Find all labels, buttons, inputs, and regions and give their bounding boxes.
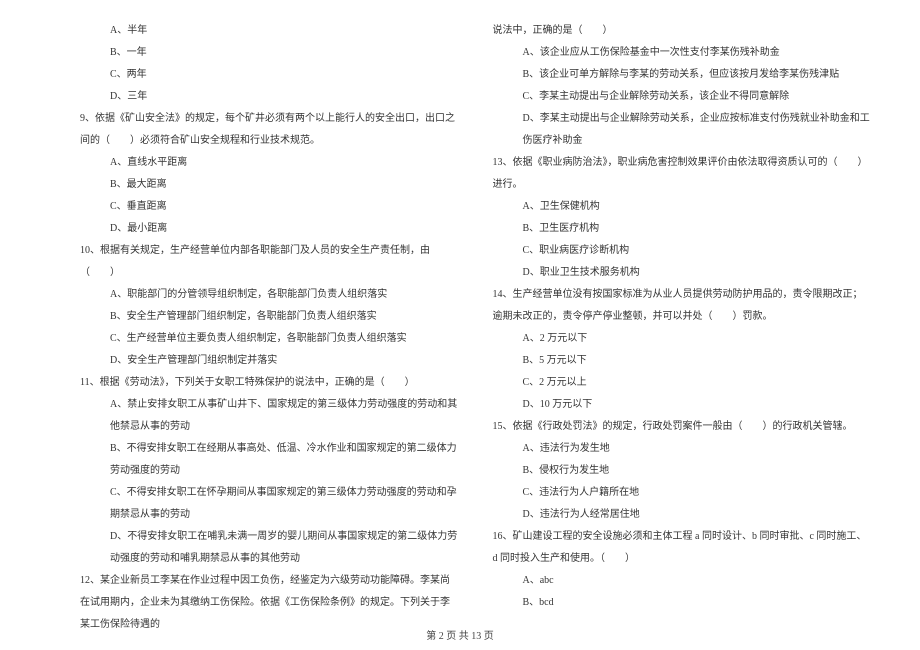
- q13-opt-a: A、卫生保健机构: [493, 196, 871, 218]
- q15-opt-b: B、侵权行为发生地: [493, 460, 871, 482]
- q15-text: 15、依据《行政处罚法》的规定，行政处罚案件一般由（ ）的行政机关管辖。: [493, 416, 871, 438]
- q12-opt-c: C、李某主动提出与企业解除劳动关系，该企业不得同意解除: [493, 86, 871, 108]
- q10-opt-d: D、安全生产管理部门组织制定并落实: [80, 350, 458, 372]
- q12-opt-d: D、李某主动提出与企业解除劳动关系，企业应按标准支付伤残就业补助金和工伤医疗补助…: [493, 108, 871, 152]
- q13-opt-d: D、职业卫生技术服务机构: [493, 262, 871, 284]
- q15-opt-d: D、违法行为人经常居住地: [493, 504, 871, 526]
- q10-opt-b: B、安全生产管理部门组织制定，各职能部门负责人组织落实: [80, 306, 458, 328]
- q8-opt-d: D、三年: [80, 86, 458, 108]
- q9-opt-a: A、直线水平距离: [80, 152, 458, 174]
- q14-opt-d: D、10 万元以下: [493, 394, 871, 416]
- q12-continuation: 说法中，正确的是（ ）: [493, 20, 871, 42]
- q11-opt-a: A、禁止安排女职工从事矿山井下、国家规定的第三级体力劳动强度的劳动和其他禁忌从事…: [80, 394, 458, 438]
- q9-opt-b: B、最大距离: [80, 174, 458, 196]
- q10-opt-a: A、职能部门的分管领导组织制定，各职能部门负责人组织落实: [80, 284, 458, 306]
- page-footer: 第 2 页 共 13 页: [0, 627, 920, 642]
- q11-text: 11、根据《劳动法》，下列关于女职工特殊保护的说法中，正确的是（ ）: [80, 372, 458, 394]
- q16-opt-b: B、bcd: [493, 592, 871, 614]
- q14-opt-b: B、5 万元以下: [493, 350, 871, 372]
- right-column: 说法中，正确的是（ ） A、该企业应从工伤保险基金中一次性支付李某伤残补助金 B…: [483, 20, 871, 640]
- q13-text: 13、依据《职业病防治法》，职业病危害控制效果评价由依法取得资质认可的（ ）进行…: [493, 152, 871, 196]
- q11-opt-c: C、不得安排女职工在怀孕期间从事国家规定的第三级体力劳动强度的劳动和孕期禁忌从事…: [80, 482, 458, 526]
- left-column: A、半年 B、一年 C、两年 D、三年 9、依据《矿山安全法》的规定，每个矿井必…: [80, 20, 483, 640]
- q8-opt-b: B、一年: [80, 42, 458, 64]
- q15-opt-a: A、违法行为发生地: [493, 438, 871, 460]
- q10-text: 10、根据有关规定，生产经营单位内部各职能部门及人员的安全生产责任制，由（ ）: [80, 240, 458, 284]
- q10-opt-c: C、生产经营单位主要负责人组织制定，各职能部门负责人组织落实: [80, 328, 458, 350]
- q16-text: 16、矿山建设工程的安全设施必须和主体工程 a 同时设计、b 同时审批、c 同时…: [493, 526, 871, 570]
- q14-opt-c: C、2 万元以上: [493, 372, 871, 394]
- q14-text: 14、生产经营单位没有按国家标准为从业人员提供劳动防护用品的，责令限期改正；逾期…: [493, 284, 871, 328]
- q15-opt-c: C、违法行为人户籍所在地: [493, 482, 871, 504]
- q11-opt-d: D、不得安排女职工在哺乳未满一周岁的婴儿期间从事国家规定的第二级体力劳动强度的劳…: [80, 526, 458, 570]
- q11-opt-b: B、不得安排女职工在经期从事高处、低温、冷水作业和国家规定的第二级体力劳动强度的…: [80, 438, 458, 482]
- q16-opt-a: A、abc: [493, 570, 871, 592]
- q13-opt-c: C、职业病医疗诊断机构: [493, 240, 871, 262]
- q12-opt-a: A、该企业应从工伤保险基金中一次性支付李某伤残补助金: [493, 42, 871, 64]
- q9-opt-d: D、最小距离: [80, 218, 458, 240]
- q8-opt-c: C、两年: [80, 64, 458, 86]
- q14-opt-a: A、2 万元以下: [493, 328, 871, 350]
- q8-opt-a: A、半年: [80, 20, 458, 42]
- q12-opt-b: B、该企业可单方解除与李某的劳动关系，但应该按月发给李某伤残津贴: [493, 64, 871, 86]
- q13-opt-b: B、卫生医疗机构: [493, 218, 871, 240]
- q9-text: 9、依据《矿山安全法》的规定，每个矿井必须有两个以上能行人的安全出口，出口之间的…: [80, 108, 458, 152]
- page-container: A、半年 B、一年 C、两年 D、三年 9、依据《矿山安全法》的规定，每个矿井必…: [0, 0, 920, 650]
- q9-opt-c: C、垂直距离: [80, 196, 458, 218]
